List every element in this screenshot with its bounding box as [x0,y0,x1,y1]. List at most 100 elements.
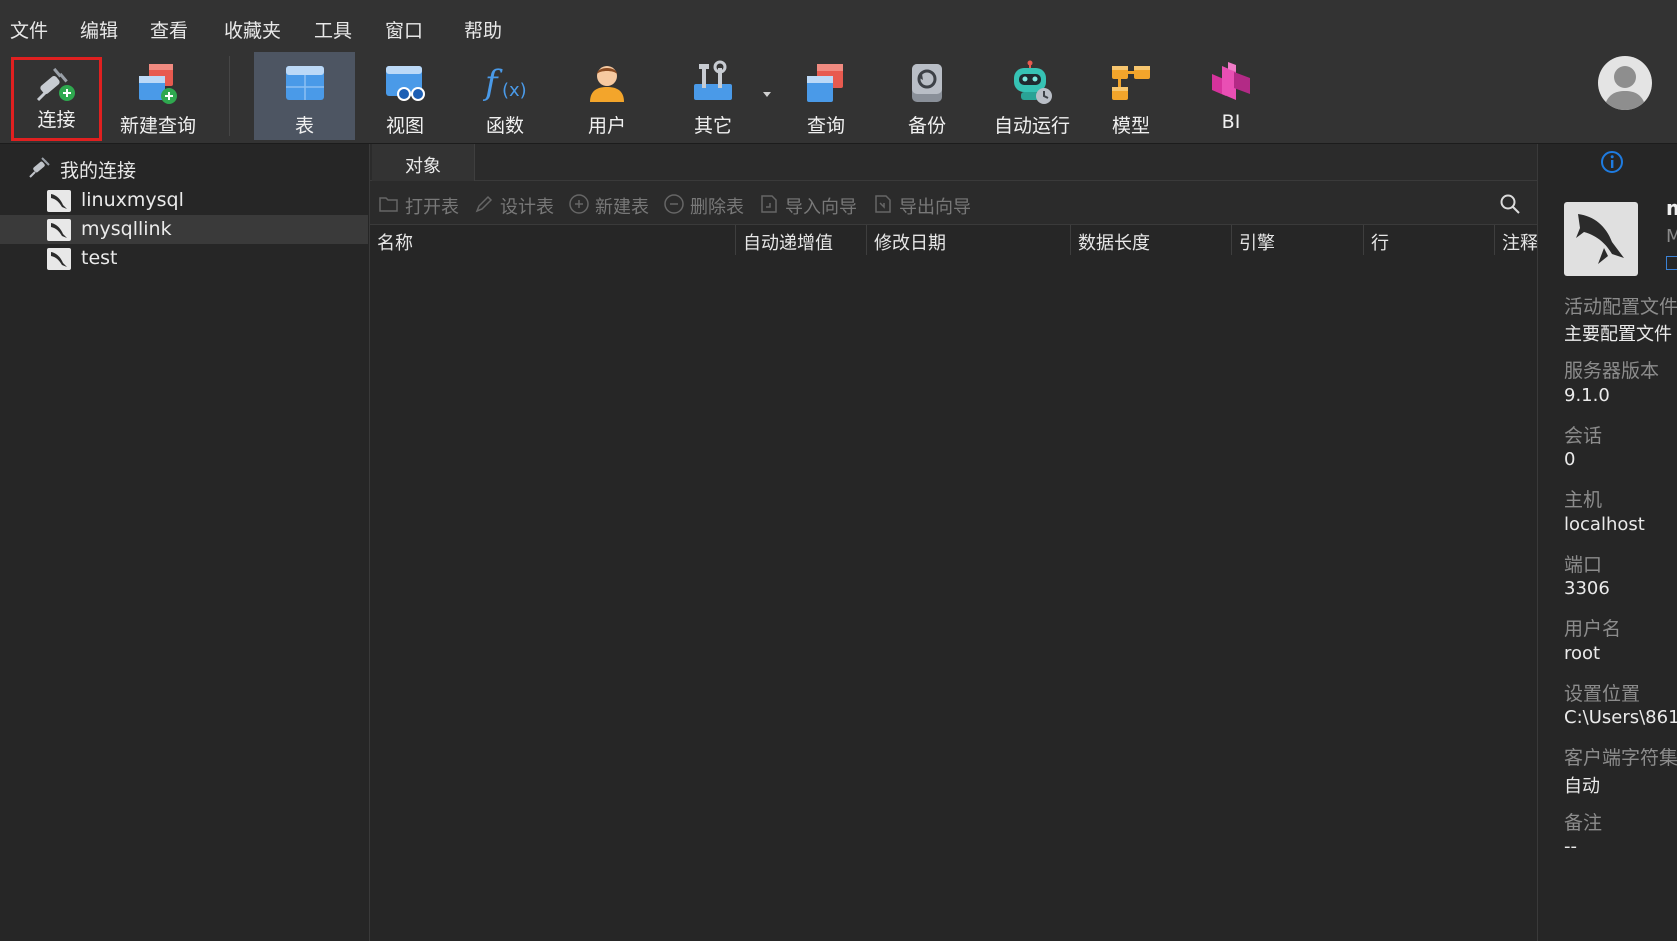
menu-help[interactable]: 帮助 [464,16,502,43]
prop-value-settings-location: C:\Users\8619 [1564,707,1677,728]
tree-root-label: 我的连接 [60,160,137,182]
column-header-name[interactable]: 名称 [370,225,736,255]
user-button[interactable]: 用户 [562,52,652,140]
backup-label: 备份 [907,115,946,137]
user-label: 用户 [587,115,626,137]
menu-file[interactable]: 文件 [10,16,48,43]
prop-value-comment: -- [1564,836,1577,857]
mysql-dolphin-icon [47,190,71,212]
mysql-logo-icon [1564,202,1638,276]
user-avatar-icon [1604,66,1646,110]
tree-item-linuxmysql[interactable]: linuxmysql [0,186,368,215]
open-folder-icon [379,197,398,212]
connection-name: m [1666,196,1677,220]
plug-icon [36,67,75,102]
query-button[interactable]: 查询 [780,52,872,140]
connect-label: 连接 [37,109,76,131]
new-query-button[interactable]: 新建查询 [108,52,208,140]
menu-view[interactable]: 查看 [150,16,188,43]
tree-item-label: linuxmysql [81,189,184,211]
prop-label-server-version: 服务器版本 [1564,360,1660,382]
prop-value-profile: 主要配置文件 [1564,324,1672,345]
object-toolbar: 打开表 设计表 新建表 删除表 导入向导 导出向导 [370,181,1537,225]
robot-icon [1014,60,1052,104]
prop-label-sessions: 会话 [1564,425,1603,447]
bi-label: BI [1221,111,1241,133]
search-icon[interactable] [1499,193,1521,215]
prop-label-client-charset: 客户端字符集 [1564,747,1677,769]
import-icon [761,195,777,213]
svg-text:(x): (x) [502,80,527,101]
mysql-dolphin-icon [47,219,71,241]
connect-button[interactable]: 连接 [11,57,102,141]
column-header-engine[interactable]: 引擎 [1232,225,1364,255]
backup-button[interactable]: 备份 [882,52,972,140]
object-panel: 对象 打开表 设计表 新建表 删除表 导入向导 导出向导 名称 自动递增值 修改… [370,144,1537,941]
prop-value-sessions: 0 [1564,449,1576,470]
query-label: 查询 [806,115,845,137]
prop-label-settings-location: 设置位置 [1564,683,1641,705]
column-header-rows[interactable]: 行 [1364,225,1495,255]
column-header-data-length[interactable]: 数据长度 [1071,225,1232,255]
menu-tools[interactable]: 工具 [314,16,352,43]
view-button[interactable]: 视图 [360,52,450,140]
model-button[interactable]: 模型 [1086,52,1176,140]
prop-label-username: 用户名 [1564,618,1622,640]
import-wizard-button[interactable]: 导入向导 [758,191,863,218]
column-header-modified-date[interactable]: 修改日期 [867,225,1071,255]
tree-item-mysqllink[interactable]: mysqllink [0,215,368,244]
menu-bar: 文件 编辑 查看 收藏夹 工具 窗口 帮助 [0,0,1677,48]
tab-label: 对象 [405,156,441,177]
menu-window[interactable]: 窗口 [385,16,423,43]
menu-edit[interactable]: 编辑 [80,16,118,43]
model-label: 模型 [1111,115,1150,137]
prop-label-port: 端口 [1564,554,1603,576]
plug-icon [29,157,50,178]
view-icon [386,66,425,101]
open-table-button[interactable]: 打开表 [378,191,466,218]
prop-label-profile: 活动配置文件 [1564,296,1677,318]
tree-item-label: mysqllink [81,218,172,240]
minus-circle-icon [664,194,684,214]
tools-icon [694,60,732,100]
new-table-button[interactable]: 新建表 [568,191,656,218]
other-dropdown-caret-icon[interactable] [763,92,771,97]
navicat-window: 文件 编辑 查看 收藏夹 工具 窗口 帮助 连接 新建查询 表 视图 f (x)… [0,0,1677,941]
tab-objects[interactable]: 对象 [372,144,475,181]
tree-item-test[interactable]: test [0,244,368,273]
other-label: 其它 [693,115,732,137]
tree-item-label: test [81,247,118,269]
design-table-button[interactable]: 设计表 [473,191,561,218]
function-button[interactable]: f (x) 函数 [460,52,550,140]
prop-value-username: root [1564,643,1601,664]
user-icon [590,66,624,102]
column-header-comment[interactable]: 注释 [1495,225,1537,255]
table-icon [285,66,324,100]
automation-label: 自动运行 [993,115,1070,137]
delete-table-button[interactable]: 删除表 [663,191,751,218]
object-table-header: 名称 自动递增值 修改日期 数据长度 引擎 行 注释 [370,225,1537,255]
model-icon [1112,66,1150,100]
view-label: 视图 [385,115,424,137]
connection-info-panel: m M 活动配置文件 主要配置文件 服务器版本 9.1.0 会话 0 主机 lo… [1537,144,1677,941]
menu-favorites[interactable]: 收藏夹 [224,16,281,43]
prop-value-host: localhost [1564,514,1645,535]
tree-root-my-connections[interactable]: 我的连接 [0,152,368,182]
tab-bar: 对象 [370,144,1537,181]
avatar[interactable] [1598,56,1652,110]
table-button[interactable]: 表 [254,52,355,140]
export-wizard-button[interactable]: 导出向导 [872,191,977,218]
info-icon[interactable] [1600,150,1624,174]
other-button[interactable]: 其它 [668,52,758,140]
table-label: 表 [294,115,314,137]
bi-button[interactable]: BI [1186,52,1276,140]
backup-icon [912,64,942,102]
automation-button[interactable]: 自动运行 [982,52,1082,140]
prop-label-comment: 备注 [1564,812,1603,834]
prop-value-client-charset: 自动 [1564,776,1600,797]
bi-icon [1212,62,1250,100]
export-icon [875,195,891,213]
svg-text:f: f [482,63,503,103]
edit-link-icon[interactable] [1666,256,1677,270]
column-header-auto-increment[interactable]: 自动递增值 [736,225,867,255]
